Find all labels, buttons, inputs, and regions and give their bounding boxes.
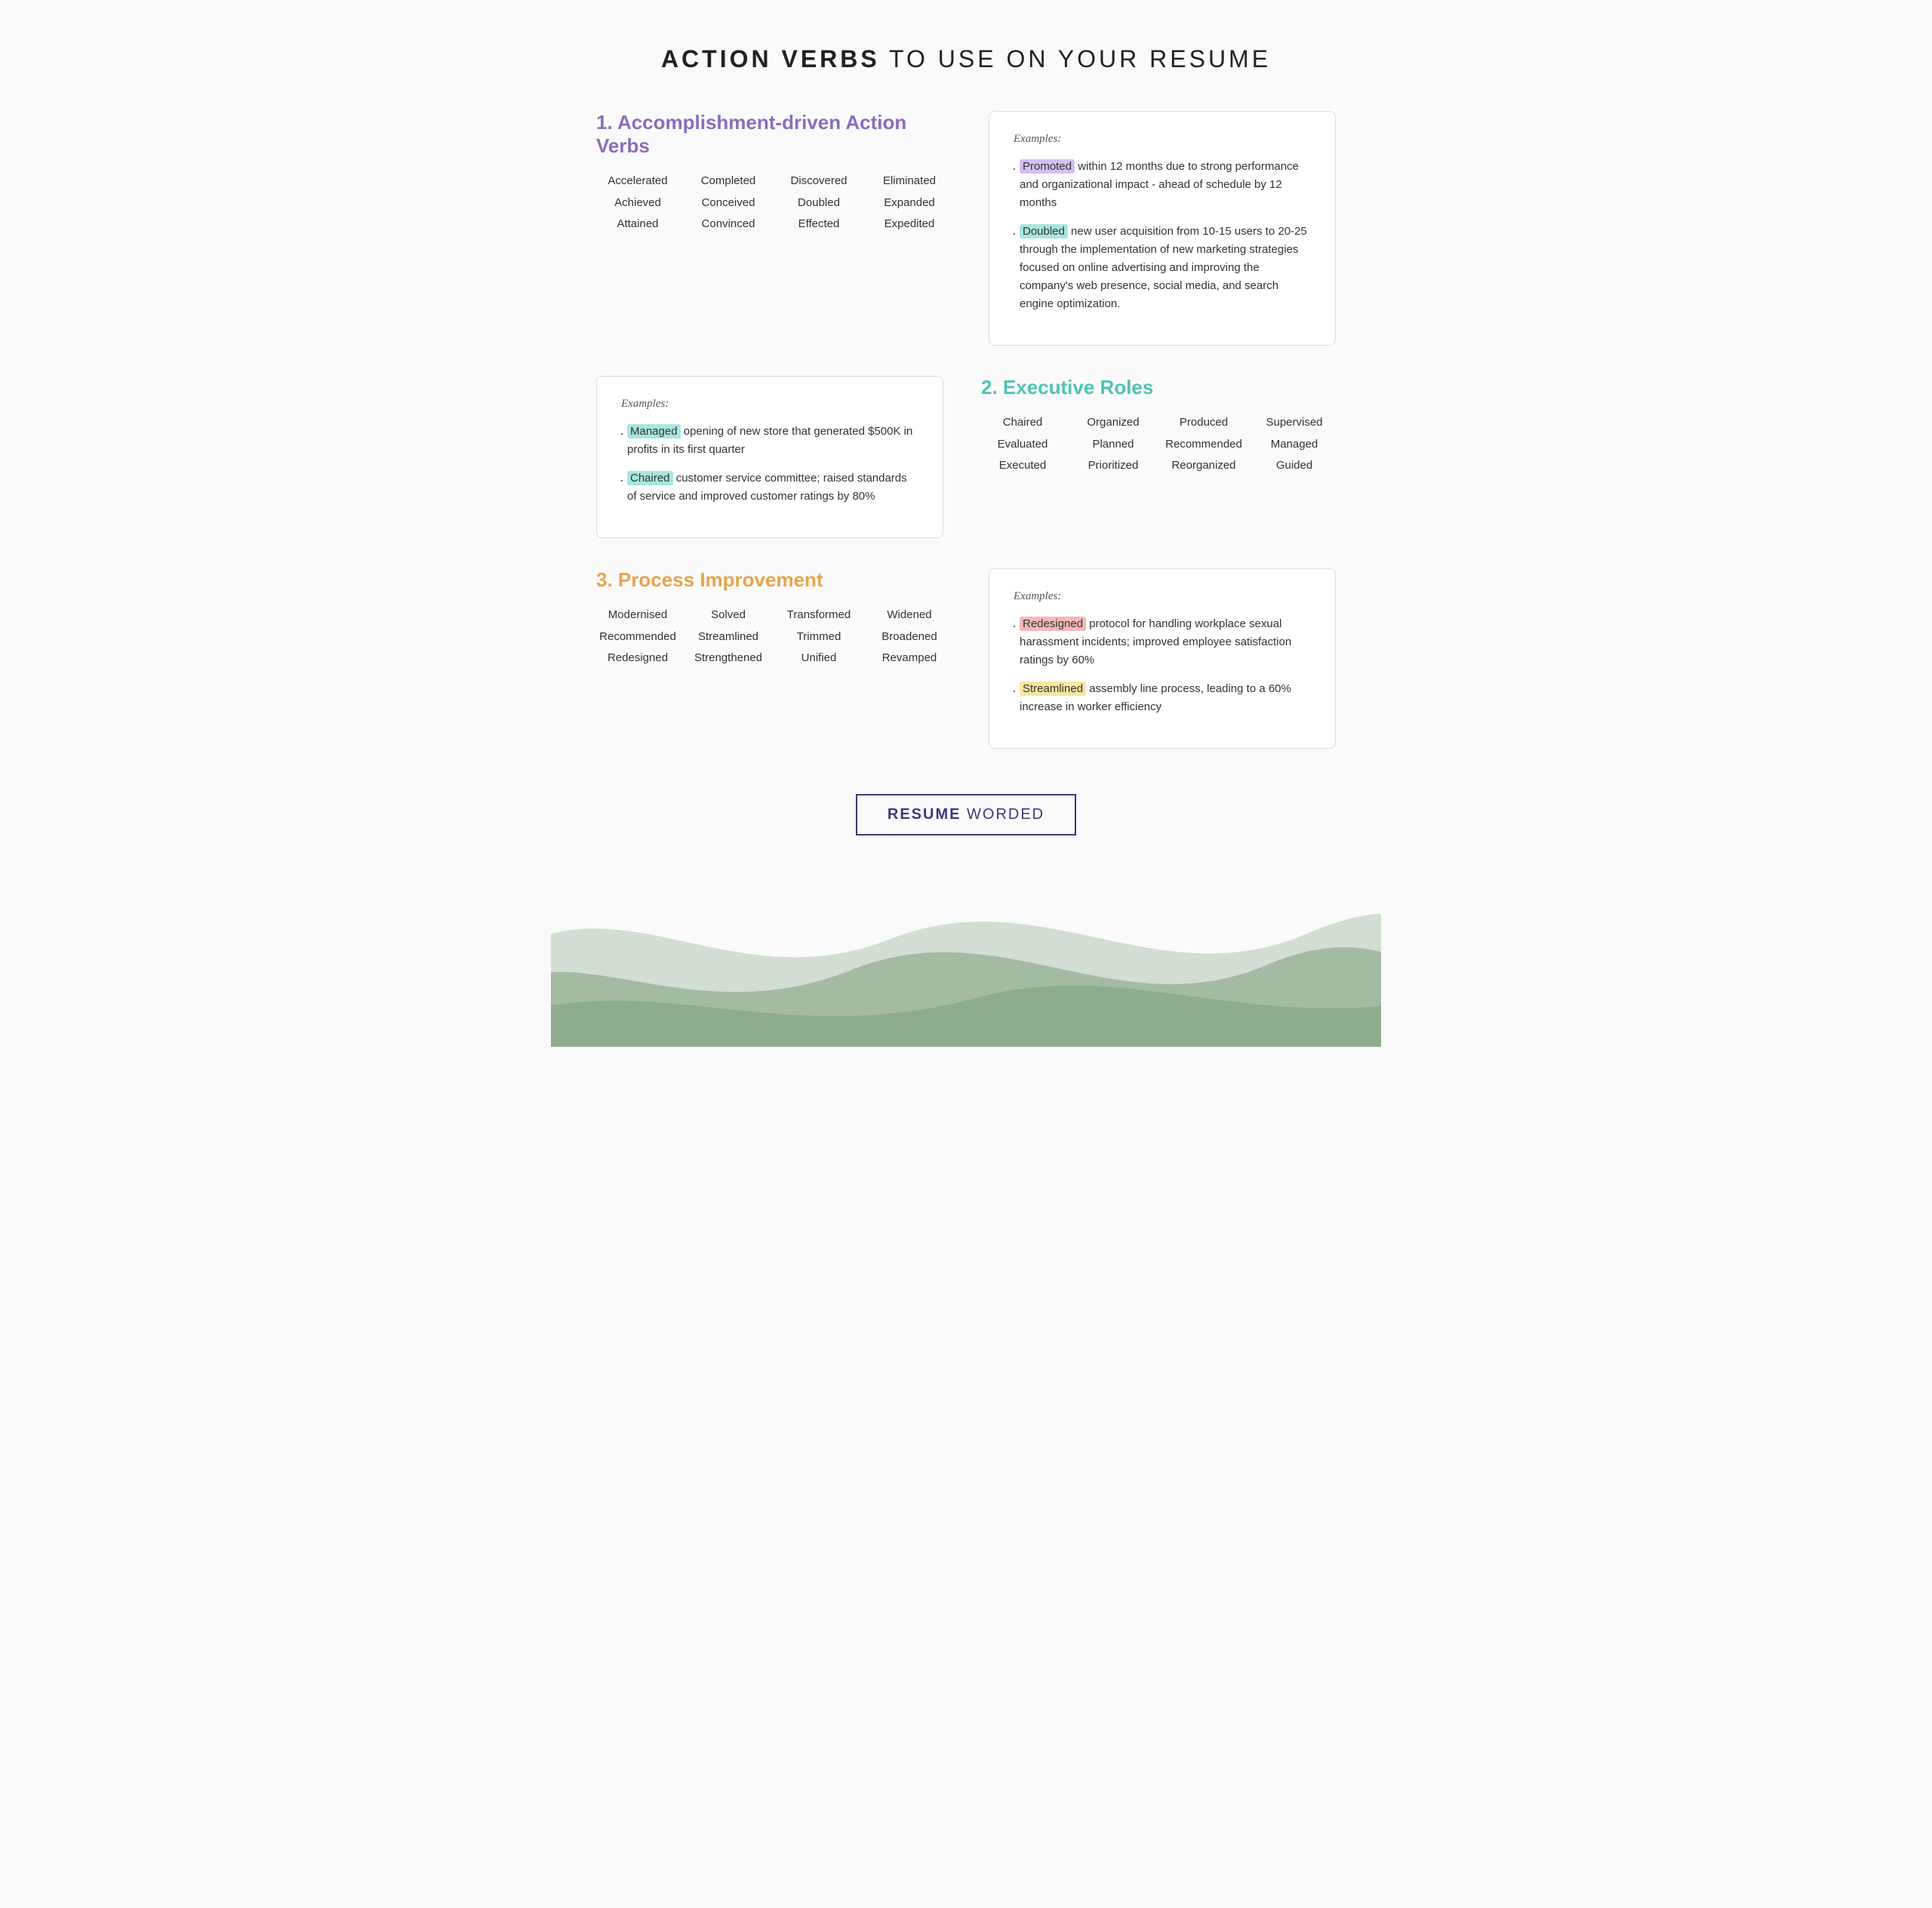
word-col-2: Completed Conceived Convinced	[687, 173, 770, 233]
word-item: Conceived	[702, 195, 755, 212]
word-item: Chaired	[1003, 414, 1043, 432]
section3-word-grid: Modernised Recommended Redesigned Solved…	[596, 607, 951, 667]
word-col-3: Discovered Doubled Effected	[777, 173, 860, 233]
highlight-redesigned: Redesigned	[1020, 617, 1086, 631]
example-label: Examples:	[1014, 133, 1311, 146]
example-item: Chaired customer service committee; rais…	[621, 469, 918, 506]
word-col-4: Widened Broadened Revamped	[868, 607, 951, 667]
footer-logo: RESUME WORDED	[551, 794, 1381, 896]
word-item: Convinced	[702, 216, 755, 233]
section2-word-grid: Chaired Evaluated Executed Organized Pla…	[981, 414, 1336, 475]
word-item: Unified	[801, 650, 837, 667]
word-item: Modernised	[608, 607, 667, 624]
word-item: Guided	[1276, 457, 1312, 475]
logo-box: RESUME WORDED	[856, 794, 1076, 836]
section1-word-grid: Accelerated Achieved Attained Completed …	[596, 173, 951, 233]
highlight-chaired: Chaired	[627, 471, 673, 485]
section1-left: 1. Accomplishment-driven Action Verbs Ac…	[596, 111, 951, 256]
section1-example-box: Examples: Promoted within 12 months due …	[989, 111, 1336, 346]
logo-bold: RESUME	[888, 806, 961, 823]
main-content: 1. Accomplishment-driven Action Verbs Ac…	[551, 111, 1381, 749]
word-item: Managed	[1271, 436, 1318, 454]
word-item: Transformed	[787, 607, 851, 624]
word-col-2: Organized Planned Prioritized	[1072, 414, 1155, 475]
section2-right: 2. Executive Roles Chaired Evaluated Exe…	[981, 376, 1336, 497]
word-col-4: Supervised Managed Guided	[1253, 414, 1336, 475]
example-item: Redesigned protocol for handling workpla…	[1014, 615, 1311, 669]
highlight-streamlined: Streamlined	[1020, 682, 1086, 696]
header: ACTION VERBS TO USE ON YOUR RESUME	[551, 0, 1381, 111]
word-item: Planned	[1092, 436, 1134, 454]
word-item: Recommended	[599, 629, 676, 646]
word-item: Prioritized	[1088, 457, 1139, 475]
word-item: Widened	[887, 607, 931, 624]
section2-left: Examples: Managed opening of new store t…	[596, 376, 943, 538]
word-item: Attained	[617, 216, 658, 233]
highlight-managed: Managed	[627, 424, 681, 439]
wave-section: RESUME WORDED	[551, 794, 1381, 1047]
word-col-1: Modernised Recommended Redesigned	[596, 607, 679, 667]
word-item: Effected	[798, 216, 840, 233]
word-item: Completed	[701, 173, 756, 190]
logo-rest: WORDED	[961, 806, 1044, 823]
word-item: Streamlined	[698, 629, 758, 646]
word-item: Solved	[711, 607, 746, 624]
section3-title: 3. Process Improvement	[596, 568, 951, 592]
section1-top: 1. Accomplishment-driven Action Verbs Ac…	[596, 111, 1336, 346]
word-item: Expanded	[884, 195, 935, 212]
word-item: Expedited	[884, 216, 935, 233]
word-item: Redesigned	[608, 650, 668, 667]
section3-left: 3. Process Improvement Modernised Recomm…	[596, 568, 951, 690]
example-item: Managed opening of new store that genera…	[621, 423, 918, 459]
word-item: Discovered	[790, 173, 847, 190]
example-item: Streamlined assembly line process, leadi…	[1014, 680, 1311, 716]
word-col-2: Solved Streamlined Strengthened	[687, 607, 770, 667]
section2-example-box: Examples: Managed opening of new store t…	[596, 376, 943, 538]
example-item: Promoted within 12 months due to strong …	[1014, 158, 1311, 212]
section3-wrap: 3. Process Improvement Modernised Recomm…	[596, 568, 1336, 749]
page-title: ACTION VERBS TO USE ON YOUR RESUME	[551, 45, 1381, 73]
word-col-1: Chaired Evaluated Executed	[981, 414, 1064, 475]
word-item: Strengthened	[694, 650, 762, 667]
word-col-3: Transformed Trimmed Unified	[777, 607, 860, 667]
highlight-promoted: Promoted	[1020, 159, 1075, 174]
word-item: Trimmed	[797, 629, 841, 646]
word-col-3: Produced Recommended Reorganized	[1162, 414, 1245, 475]
word-item: Reorganized	[1171, 457, 1235, 475]
word-item: Recommended	[1165, 436, 1242, 454]
word-item: Organized	[1087, 414, 1139, 432]
word-item: Broadened	[881, 629, 937, 646]
word-item: Revamped	[882, 650, 937, 667]
word-item: Produced	[1180, 414, 1228, 432]
word-item: Accelerated	[608, 173, 667, 190]
word-item: Supervised	[1266, 414, 1322, 432]
section1-right: Examples: Promoted within 12 months due …	[989, 111, 1336, 346]
example-label: Examples:	[621, 398, 918, 411]
page-wrapper: ACTION VERBS TO USE ON YOUR RESUME 1. Ac…	[551, 0, 1381, 1908]
word-item: Doubled	[798, 195, 840, 212]
section2-title: 2. Executive Roles	[981, 376, 1336, 399]
word-item: Executed	[999, 457, 1047, 475]
section3-example-box: Examples: Redesigned protocol for handli…	[989, 568, 1336, 749]
word-col-1: Accelerated Achieved Attained	[596, 173, 679, 233]
example-label: Examples:	[1014, 590, 1311, 603]
word-item: Eliminated	[883, 173, 936, 190]
section2-wrap: Examples: Managed opening of new store t…	[596, 376, 1336, 538]
section3-right: Examples: Redesigned protocol for handli…	[989, 568, 1336, 749]
word-col-4: Eliminated Expanded Expedited	[868, 173, 951, 233]
word-item: Achieved	[614, 195, 661, 212]
highlight-doubled: Doubled	[1020, 224, 1068, 238]
section1-title: 1. Accomplishment-driven Action Verbs	[596, 111, 951, 158]
word-item: Evaluated	[998, 436, 1048, 454]
example-item: Doubled new user acquisition from 10-15 …	[1014, 223, 1311, 313]
